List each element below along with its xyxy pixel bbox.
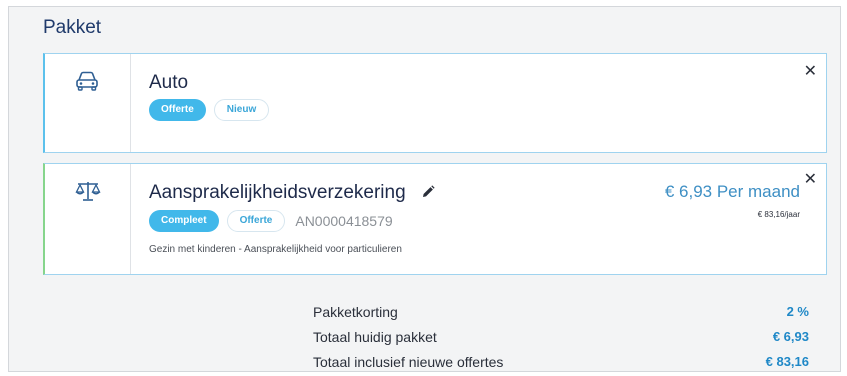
summary-value: € 6,93 xyxy=(772,329,809,344)
summary-label: Totaal huidig pakket xyxy=(313,328,437,345)
close-icon[interactable]: ✕ xyxy=(804,64,817,80)
summary-value: € 83,16 xyxy=(765,354,809,369)
icon-column xyxy=(45,54,131,152)
status-badge-nieuw: Nieuw xyxy=(213,99,270,121)
package-item-auto: Auto Offerte Nieuw ✕ xyxy=(43,53,827,153)
yearly-price: € 83,16/jaar xyxy=(757,210,800,219)
status-badge-offerte: Offerte xyxy=(226,210,286,232)
icon-column xyxy=(45,164,131,274)
panel-title: Pakket xyxy=(43,17,102,38)
item-description: Gezin met kinderen - Aansprakelijkheid v… xyxy=(149,244,402,255)
summary-row-total-with-offers: Totaal inclusief nieuwe offertes € 83,16 xyxy=(313,349,809,374)
policy-number: AN0000418579 xyxy=(295,213,393,229)
close-icon[interactable]: ✕ xyxy=(804,172,817,188)
status-badge-compleet: Compleet xyxy=(149,210,219,232)
summary-value: 2 % xyxy=(786,304,809,319)
package-panel: Pakket Auto Offerte Nieuw ✕ Aansprakelij… xyxy=(8,6,841,372)
summary-row-discount: Pakketkorting 2 % xyxy=(313,299,809,324)
summary-label: Pakketkorting xyxy=(313,303,398,320)
package-item-liability: Aansprakelijkheidsverzekering Compleet O… xyxy=(43,163,827,275)
status-badges: Compleet Offerte AN0000418579 xyxy=(149,210,393,232)
pencil-icon[interactable] xyxy=(421,185,435,199)
summary-label: Totaal inclusief nieuwe offertes xyxy=(313,353,504,370)
status-badge-offerte: Offerte xyxy=(149,99,206,121)
summary-row-current-total: Totaal huidig pakket € 6,93 xyxy=(313,324,809,349)
car-icon xyxy=(76,71,98,91)
status-badges: Offerte Nieuw xyxy=(149,99,277,121)
monthly-price: € 6,93 Per maand xyxy=(664,182,800,201)
scales-icon xyxy=(75,182,101,201)
item-title: Auto xyxy=(149,72,189,93)
item-title: Aansprakelijkheidsverzekering xyxy=(149,182,406,203)
package-summary: Pakketkorting 2 % Totaal huidig pakket €… xyxy=(313,299,809,374)
